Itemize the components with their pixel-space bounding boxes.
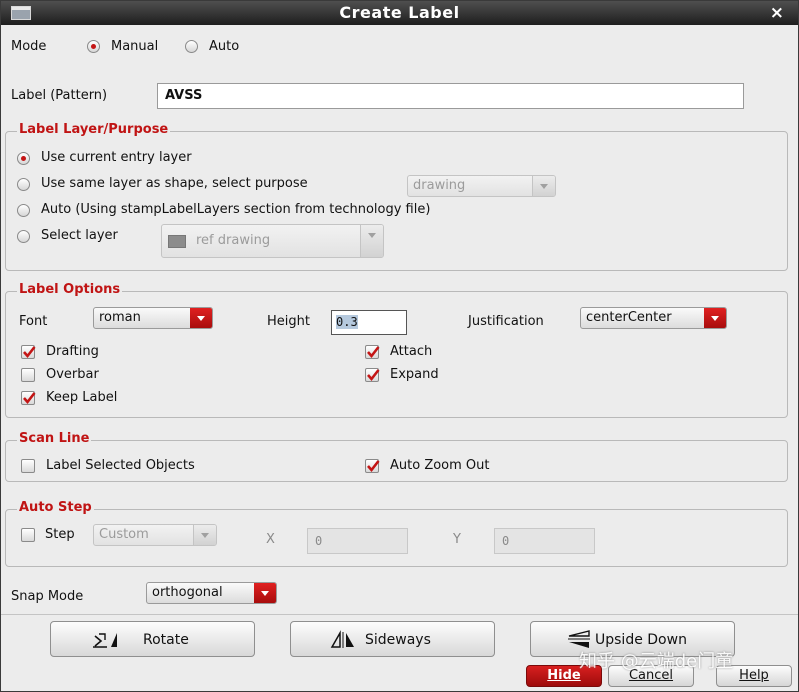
- create-label-dialog: Create Label × Mode Manual Auto Label (P…: [0, 0, 799, 692]
- snap-mode-label: Snap Mode: [11, 589, 84, 604]
- attach-label[interactable]: Attach: [390, 344, 432, 359]
- hide-button[interactable]: Hide: [526, 665, 602, 687]
- font-label: Font: [19, 314, 48, 329]
- step-select[interactable]: Custom: [93, 524, 217, 546]
- height-label: Height: [267, 314, 310, 329]
- close-icon[interactable]: ×: [770, 3, 784, 23]
- label-pattern-input[interactable]: AVSS: [157, 83, 744, 109]
- select-layer-value: ref drawing: [196, 233, 271, 248]
- height-input[interactable]: 0.3: [331, 310, 407, 335]
- auto-stamp-radio[interactable]: [17, 204, 30, 217]
- sideways-label: Sideways: [365, 632, 431, 648]
- mode-auto-radio[interactable]: [185, 40, 198, 53]
- attach-checkbox[interactable]: [365, 345, 380, 359]
- y-label: Y: [453, 532, 461, 547]
- use-current-layer-label[interactable]: Use current entry layer: [41, 150, 192, 165]
- upside-down-icon: [568, 630, 590, 648]
- auto-zoom-out-label[interactable]: Auto Zoom Out: [390, 458, 490, 473]
- expand-label[interactable]: Expand: [390, 367, 439, 382]
- font-select-value: roman: [99, 310, 141, 325]
- purpose-select-value: drawing: [413, 178, 466, 193]
- auto-stamp-label[interactable]: Auto (Using stampLabelLayers section fro…: [41, 202, 430, 217]
- rotate-icon: [93, 633, 117, 648]
- snap-mode-value: orthogonal: [152, 585, 223, 600]
- chevron-down-icon: [704, 308, 726, 328]
- auto-step-title: Auto Step: [17, 500, 94, 515]
- justification-label: Justification: [468, 314, 544, 329]
- keep-label-label[interactable]: Keep Label: [46, 390, 117, 405]
- chevron-down-icon: [190, 308, 212, 328]
- use-current-layer-radio[interactable]: [17, 152, 30, 165]
- cancel-label: Cancel: [628, 668, 674, 683]
- mode-manual-label[interactable]: Manual: [111, 39, 158, 54]
- mode-auto-label[interactable]: Auto: [209, 39, 239, 54]
- label-selected-objects-checkbox[interactable]: [21, 459, 35, 473]
- separator: [1, 614, 798, 615]
- upside-down-label: Upside Down: [595, 632, 687, 648]
- label-selected-objects-label[interactable]: Label Selected Objects: [46, 458, 195, 473]
- scan-line-title: Scan Line: [17, 431, 92, 446]
- chevron-down-icon: [532, 176, 555, 196]
- mode-manual-radio[interactable]: [87, 40, 100, 53]
- help-label: Help: [739, 668, 769, 683]
- height-input-value: 0.3: [336, 315, 358, 329]
- help-button[interactable]: Help: [716, 665, 792, 687]
- use-same-layer-label[interactable]: Use same layer as shape, select purpose: [41, 176, 308, 191]
- window-title: Create Label: [339, 3, 460, 22]
- expand-checkbox[interactable]: [365, 368, 380, 382]
- purpose-select[interactable]: drawing: [407, 175, 556, 197]
- step-checkbox[interactable]: [21, 528, 35, 542]
- snap-mode-select[interactable]: orthogonal: [146, 582, 277, 604]
- auto-zoom-out-checkbox[interactable]: [365, 459, 380, 473]
- upside-down-button[interactable]: Upside Down: [530, 621, 735, 657]
- step-select-value: Custom: [99, 527, 149, 542]
- sideways-icon: [330, 630, 354, 648]
- chevron-down-icon: [360, 225, 383, 257]
- select-layer-combo[interactable]: ref drawing: [161, 224, 384, 258]
- select-layer-label[interactable]: Select layer: [41, 228, 118, 243]
- rotate-label: Rotate: [143, 632, 189, 648]
- select-layer-radio[interactable]: [17, 230, 30, 243]
- chevron-down-icon: [254, 583, 276, 603]
- sideways-button[interactable]: Sideways: [290, 621, 495, 657]
- y-input[interactable]: 0: [494, 528, 595, 554]
- chevron-down-icon: [193, 525, 216, 545]
- mode-label: Mode: [11, 39, 47, 54]
- font-select[interactable]: roman: [93, 307, 213, 329]
- drafting-label[interactable]: Drafting: [46, 344, 99, 359]
- x-input[interactable]: 0: [307, 528, 408, 554]
- cancel-button[interactable]: Cancel: [608, 665, 694, 687]
- overbar-checkbox[interactable]: [21, 368, 35, 382]
- layer-purpose-title: Label Layer/Purpose: [17, 122, 171, 137]
- drafting-checkbox[interactable]: [21, 345, 36, 359]
- label-options-title: Label Options: [17, 282, 123, 297]
- use-same-layer-radio[interactable]: [17, 178, 30, 191]
- rotate-button[interactable]: Rotate: [50, 621, 255, 657]
- title-bar[interactable]: Create Label ×: [1, 1, 798, 25]
- x-label: X: [266, 532, 275, 547]
- hide-label: Hide: [547, 668, 581, 683]
- step-label[interactable]: Step: [45, 527, 75, 542]
- layer-swatch-icon: [168, 235, 186, 248]
- justification-select-value: centerCenter: [586, 310, 672, 325]
- overbar-label[interactable]: Overbar: [46, 367, 99, 382]
- label-pattern-label: Label (Pattern): [11, 88, 108, 103]
- justification-select[interactable]: centerCenter: [580, 307, 727, 329]
- keep-label-checkbox[interactable]: [21, 391, 36, 405]
